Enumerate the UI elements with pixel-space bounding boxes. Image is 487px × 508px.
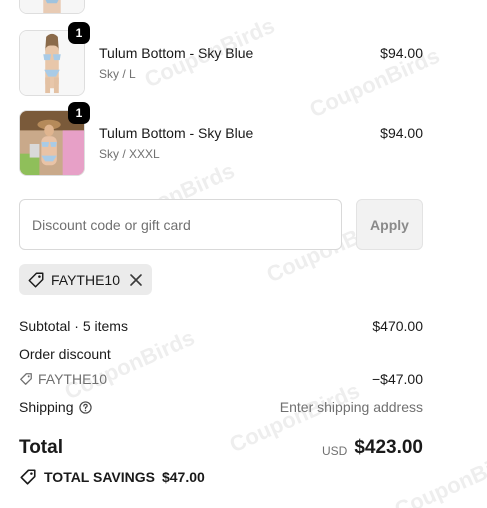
shipping-value: Enter shipping address (279, 399, 423, 415)
applied-discount-chip: FAYTHE10 (19, 264, 152, 295)
product-image (20, 0, 84, 13)
product-name: Tulum Bottom - Sky Blue (99, 125, 254, 141)
question-circle-icon[interactable] (79, 401, 92, 414)
total-savings-label: TOTAL SAVINGS (44, 469, 155, 485)
apply-discount-button[interactable]: Apply (356, 199, 423, 250)
discount-code-input[interactable] (19, 199, 342, 250)
line-item[interactable]: 1 Tulum Bottom - Sky Blue Sky / L $94.00 (19, 22, 423, 96)
order-discount-code-label: FAYTHE10 (38, 371, 107, 387)
order-discount-label: Order discount (19, 346, 111, 362)
total-value: $423.00 (354, 437, 423, 458)
product-price: $94.00 (380, 45, 423, 61)
subtotal-value: $470.00 (372, 318, 423, 334)
quantity-badge: 1 (68, 22, 90, 44)
applied-discount-code: FAYTHE10 (51, 271, 120, 288)
order-discount-code: FAYTHE10 (19, 371, 107, 387)
shipping-label: Shipping (19, 399, 74, 415)
line-item[interactable]: 1 Tulum Bottom - Sky Blue Sky / XXXL $94… (19, 102, 423, 176)
tag-icon (20, 373, 32, 385)
product-price: $94.00 (380, 125, 423, 141)
close-icon[interactable] (129, 273, 143, 287)
tag-icon (20, 469, 36, 485)
total-label: Total (19, 437, 63, 458)
tag-icon (28, 272, 44, 287)
total-savings: TOTAL SAVINGS $47.00 (19, 468, 205, 486)
watermark: CouponBirds (60, 324, 199, 405)
total-savings-value: $47.00 (161, 469, 205, 485)
product-thumbnail (19, 0, 85, 14)
subtotal-label: Subtotal · 5 items (19, 318, 128, 334)
product-name: Tulum Bottom - Sky Blue (99, 45, 254, 61)
currency-code: USD (322, 444, 348, 458)
product-variant: Sky / XXXL (99, 147, 160, 161)
order-discount-value: −$47.00 (372, 371, 423, 387)
quantity-badge: 1 (68, 102, 90, 124)
product-variant: Sky / L (99, 67, 136, 81)
